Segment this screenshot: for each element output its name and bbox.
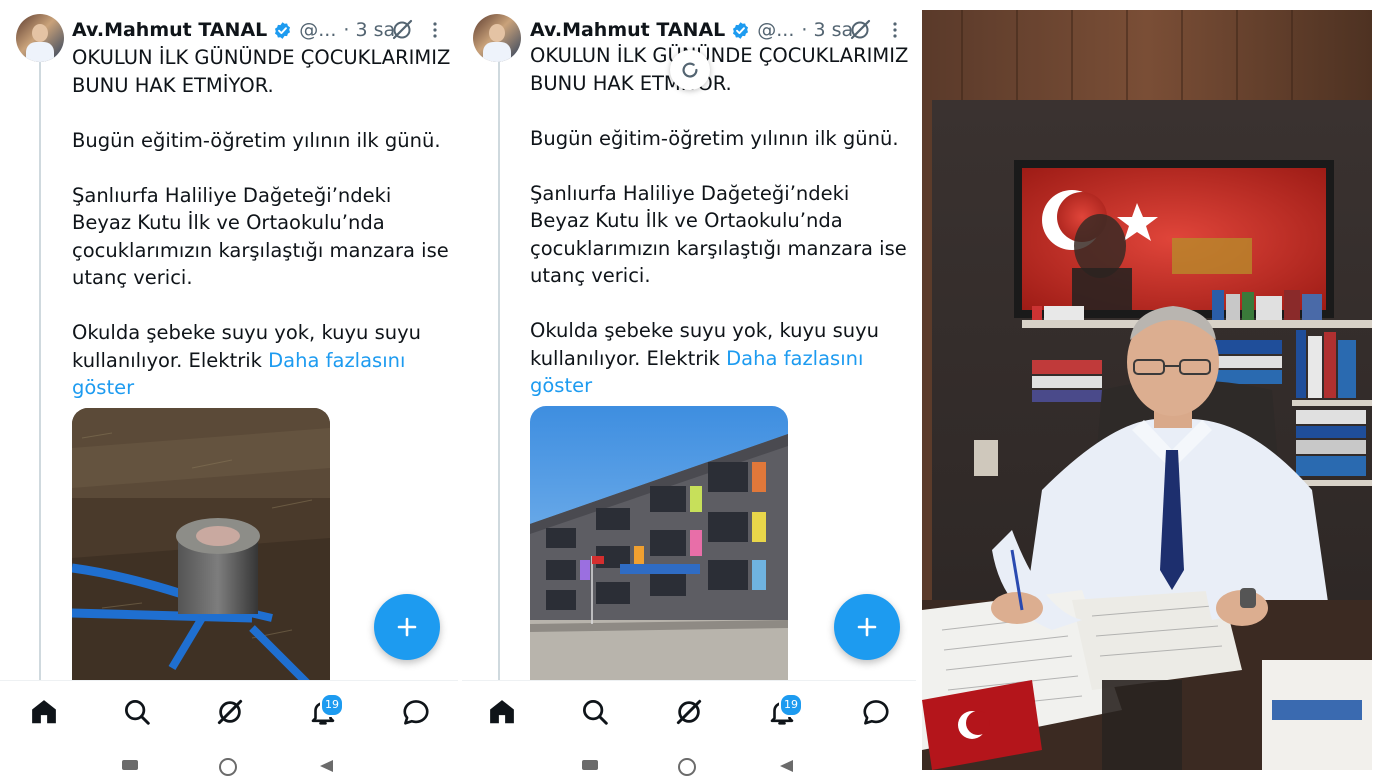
compose-button[interactable] xyxy=(374,594,440,660)
bottom-nav: 19 xyxy=(462,680,916,743)
back-button[interactable] xyxy=(318,759,334,773)
home-icon[interactable] xyxy=(29,697,59,727)
system-nav-bar xyxy=(462,742,916,776)
school-photo xyxy=(530,406,788,686)
search-icon[interactable] xyxy=(580,697,610,727)
refresh-spinner-icon xyxy=(682,62,698,78)
search-icon[interactable] xyxy=(122,697,152,727)
author-handle[interactable]: @... xyxy=(757,19,794,41)
tweet-paragraph: Şanlıurfa Haliliye Dağeteği’ndeki Beyaz … xyxy=(530,181,907,288)
tweet-screen-right: Av.Mahmut TANAL @... · 3 sa OKULUN İLK G… xyxy=(462,0,916,776)
author-avatar[interactable] xyxy=(16,14,64,62)
author-avatar[interactable] xyxy=(473,14,521,62)
verified-badge-icon xyxy=(733,21,749,39)
messages-icon[interactable] xyxy=(401,697,431,727)
tweet-time: · 3 sa xyxy=(343,19,396,41)
notification-count-badge: 19 xyxy=(779,693,803,717)
home-button[interactable] xyxy=(219,758,237,776)
grok-icon[interactable] xyxy=(215,697,245,727)
grok-icon[interactable] xyxy=(848,18,872,42)
tweet-time: · 3 sa xyxy=(801,19,854,41)
grok-icon[interactable] xyxy=(390,18,414,42)
tweet-text: OKULUN İLK GÜNÜNDE ÇOCUKLARIMIZ BUNU HAK… xyxy=(72,44,452,402)
recent-apps-button[interactable] xyxy=(582,760,598,770)
messages-icon[interactable] xyxy=(861,697,891,727)
tweet-paragraph: Bugün eğitim-öğretim yılının ilk günü. xyxy=(530,126,899,150)
tweet-media-school-photo[interactable] xyxy=(530,406,788,686)
author-handle[interactable]: @... xyxy=(299,19,336,41)
tweet-header: Av.Mahmut TANAL @... · 3 sa xyxy=(530,16,853,44)
office-photo-illustration xyxy=(922,10,1372,770)
bottom-nav: 19 xyxy=(0,680,458,743)
plus-icon xyxy=(857,617,877,637)
tweet-paragraph: OKULUN İLK GÜNÜNDE ÇOCUKLARIMIZ BUNU HAK… xyxy=(530,44,909,95)
tweet-header: Av.Mahmut TANAL @... · 3 sa xyxy=(72,16,395,44)
tweet-paragraph: Okulda şebeke suyu yok, kuyu suyu kullan… xyxy=(72,319,452,402)
home-button[interactable] xyxy=(678,758,696,776)
loading-spinner xyxy=(670,50,710,90)
author-name[interactable]: Av.Mahmut TANAL xyxy=(530,19,725,41)
tweet-media-well-photo[interactable] xyxy=(72,408,330,688)
tweet-screen-left: Av.Mahmut TANAL @... · 3 sa OKULUN İLK G… xyxy=(0,0,458,776)
well-photo xyxy=(72,408,330,688)
notification-count-badge: 19 xyxy=(320,693,344,717)
more-options-icon[interactable] xyxy=(892,20,898,40)
thread-line xyxy=(498,62,500,682)
home-icon[interactable] xyxy=(487,697,517,727)
tweet-paragraph: Bugün eğitim-öğretim yılının ilk günü. xyxy=(72,128,441,152)
tweet-text: OKULUN İLK GÜNÜNDE ÇOCUKLARIMIZ BUNU HAK… xyxy=(530,42,910,400)
grok-icon[interactable] xyxy=(674,697,704,727)
recent-apps-button[interactable] xyxy=(122,760,138,770)
tweet-paragraph: OKULUN İLK GÜNÜNDE ÇOCUKLARIMIZ BUNU HAK… xyxy=(72,46,451,97)
plus-icon xyxy=(397,617,417,637)
compose-button[interactable] xyxy=(834,594,900,660)
back-button[interactable] xyxy=(778,759,794,773)
tweet-paragraph: Okulda şebeke suyu yok, kuyu suyu kullan… xyxy=(530,317,910,400)
system-nav-bar xyxy=(0,742,458,776)
tweet-paragraph: Şanlıurfa Haliliye Dağeteği’ndeki Beyaz … xyxy=(72,183,449,290)
office-photo xyxy=(922,10,1372,770)
more-options-icon[interactable] xyxy=(432,20,438,40)
author-name[interactable]: Av.Mahmut TANAL xyxy=(72,19,267,41)
thread-line xyxy=(39,62,41,682)
verified-badge-icon xyxy=(275,21,291,39)
